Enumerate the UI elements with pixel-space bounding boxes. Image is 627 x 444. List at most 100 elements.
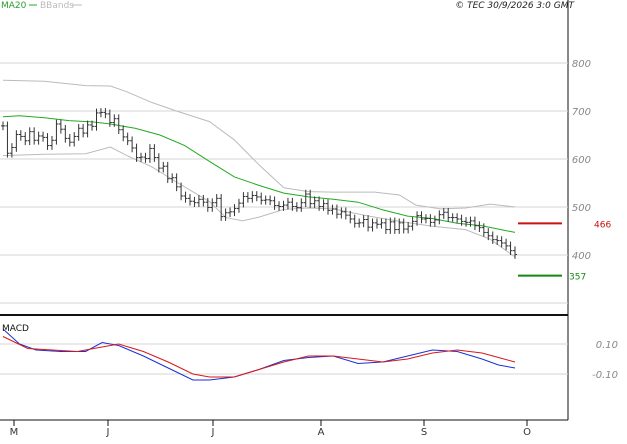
price-bar [370,218,375,232]
price-bar [187,194,192,206]
x-axis-ticks: MJJASO [10,420,531,438]
copyright-text: © TEC 30/9/2026 3:0 GMT [455,1,575,11]
price-bar [125,132,130,146]
price-bar [45,133,50,150]
price-y-tick-label: 800 [572,59,591,70]
price-bar [254,191,259,202]
price-bar [103,108,108,119]
price-bar [245,192,250,203]
support-resistance-levels: 466 357 [518,220,611,283]
price-bar [401,218,406,234]
price-bar [161,161,166,173]
bbands-upper-line [2,79,516,210]
price-bar [423,214,428,224]
price-bar [18,130,23,141]
price-y-tick-label: 400 [572,251,591,262]
price-bar [259,192,264,205]
macd-lines [2,328,516,381]
macd-y-tick-label: 0.10 [596,340,618,351]
price-bar [165,161,170,183]
signal-line [2,336,516,378]
price-bar [513,246,517,259]
price-bar [343,207,348,220]
bollinger-bands [2,79,516,258]
price-bar [41,131,46,142]
price-bar [250,191,255,203]
price-bar [272,196,277,210]
price-bar [321,199,326,211]
price-bar [236,198,241,213]
price-bar [143,152,148,163]
price-bar [285,197,290,210]
price-bar [1,121,5,131]
chart-canvas: 466 357 M J J A S O 800 700 600 500 400 0.10 -0.10 M… [0,0,618,438]
price-bar [67,134,72,147]
price-bar [116,114,121,135]
price-bar [374,218,379,229]
x-axis-tick-label: J [106,427,110,438]
price-bar [23,132,28,146]
price-bar [455,213,460,224]
price-bar [446,207,451,222]
price-bar [472,216,477,231]
price-bar [94,108,99,131]
price-bar [352,214,357,228]
price-bar [357,218,362,228]
x-axis-tick-label: O [523,427,531,438]
bbands-lower-line [2,146,516,258]
x-axis-tick-label: J [211,427,215,438]
price-bar [121,125,126,142]
price-bar [303,189,308,207]
price-bar [14,130,19,152]
price-bar [308,189,313,208]
price-bar [214,194,219,207]
price-bar [450,213,455,222]
price-bar [330,204,335,215]
legend-ma20: MA20 [1,1,27,11]
price-bar [268,195,273,206]
price-bar [183,191,188,203]
price-bar [170,173,175,183]
price-bar [263,195,268,205]
price-bar [432,215,437,227]
price-bar [27,127,32,146]
price-bar [85,120,90,138]
price-bar [223,208,228,221]
price-bar [312,196,317,208]
price-bar [437,210,442,225]
price-bar [361,215,366,228]
price-bar [241,192,246,208]
price-y-tick-label: 600 [572,155,591,166]
price-y-tick-label: 500 [572,203,591,214]
price-bar [5,121,10,158]
price-bar [174,173,179,192]
price-bar [339,207,344,219]
x-axis-tick-label: S [421,427,427,438]
stock-chart: 466 357 M J J A S O 800 700 600 500 400 0.10 -0.10 M… [0,0,627,440]
ma20-line-group [2,115,516,233]
price-bar [156,153,161,173]
support-label: 357 [569,273,586,283]
price-bar [139,152,144,162]
ma20-line [2,115,516,233]
price-bar [130,136,135,153]
price-bar [441,207,446,219]
legend-bbands: BBands [40,1,74,11]
price-y-tick-label: 700 [572,107,591,118]
x-axis-tick-label: M [10,427,19,438]
price-bars [1,108,517,259]
resistance-label: 466 [594,220,611,230]
price-bar [147,144,152,163]
price-bar [81,123,86,138]
price-bar [63,124,68,143]
price-bar [428,214,433,227]
price-bar [464,217,469,227]
x-axis-tick-label: A [318,427,325,438]
macd-panel-title: MACD [2,324,29,334]
macd-y-tick-label: -0.10 [592,370,618,381]
price-bar [54,119,59,145]
price-bar [504,238,509,251]
price-bar [32,127,37,145]
price-bar [294,202,299,212]
price-bar [477,221,482,232]
